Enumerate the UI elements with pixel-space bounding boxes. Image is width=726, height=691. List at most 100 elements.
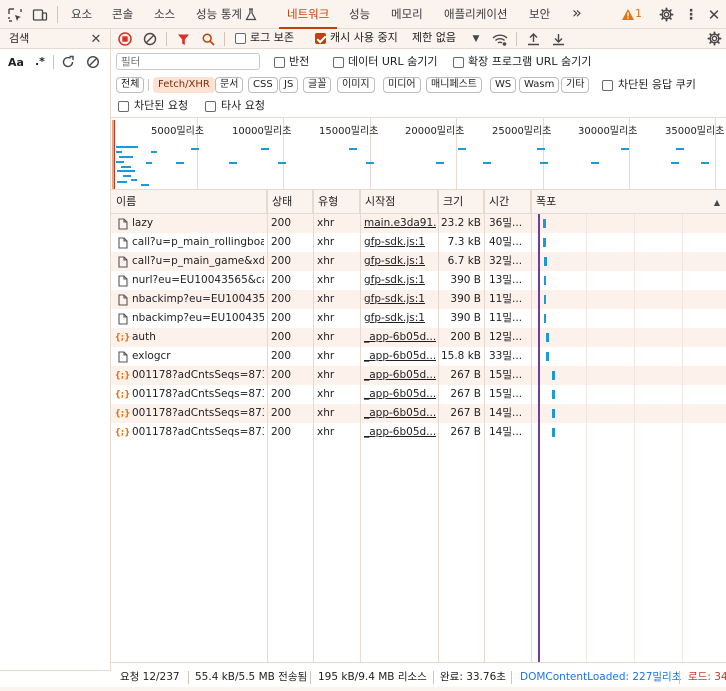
request-initiator-link[interactable]: _app-6b05d... [364,347,436,366]
request-name[interactable]: 001178?adCntsSeqs=873... [132,366,264,385]
waterfall-bar [544,257,547,266]
request-name[interactable]: exlogcr [132,347,264,366]
document-file-icon [116,236,129,249]
close-search-icon[interactable]: ✕ [88,31,104,47]
request-name[interactable]: nurl?eu=EU10043565&ca... [132,271,264,290]
request-name[interactable]: 001178?adCntsSeqs=873... [132,423,264,442]
tab-memory[interactable]: 메모리 [391,0,423,29]
blocked-response-cookies-checkbox[interactable] [602,80,613,91]
request-name[interactable]: call?u=p_main_game&xdi... [132,252,264,271]
invert-checkbox[interactable] [274,57,285,68]
preserve-log-checkbox[interactable] [235,33,246,44]
search-panel-title: 검색 [9,32,30,45]
request-initiator-link[interactable]: gfp-sdk.js:1 [364,252,436,271]
preserve-log-label: 로그 보존 [250,31,294,44]
chip-all[interactable]: 전체 [116,77,145,93]
chip-wasm[interactable]: Wasm [519,77,560,93]
document-file-icon [116,255,129,268]
request-initiator-link[interactable]: gfp-sdk.js:1 [364,309,436,328]
filter-input[interactable] [116,53,260,70]
settings-gear-icon[interactable] [658,6,675,23]
request-initiator-link[interactable]: _app-6b05d... [364,404,436,423]
chip-manifest[interactable]: 매니페스트 [426,77,482,93]
request-initiator-link[interactable]: gfp-sdk.js:1 [364,271,436,290]
disable-cache-checkbox[interactable] [315,33,326,44]
device-toolbar-icon[interactable] [31,6,49,24]
clear-log-icon[interactable] [142,31,158,47]
search-icon[interactable] [200,31,216,47]
column-header-initiator[interactable]: 시작점 [360,190,438,214]
tab-console[interactable]: 콘솔 [112,0,133,29]
record-stop-icon[interactable] [117,31,133,47]
column-header-time[interactable]: 시간 [484,190,531,214]
request-name[interactable]: nbackimp?eu=EU100435... [132,309,264,328]
column-header-name[interactable]: 이름 [111,190,267,214]
clear-search-icon[interactable] [84,53,101,70]
request-initiator-link[interactable]: gfp-sdk.js:1 [364,233,436,252]
filter-icon[interactable] [175,31,191,47]
column-header-size[interactable]: 크기 [438,190,484,214]
column-header-waterfall[interactable]: 폭포 [531,190,726,214]
import-har-icon[interactable] [525,31,541,47]
warning-icon[interactable] [620,7,636,21]
inspect-element-icon[interactable] [6,6,24,24]
request-initiator-link[interactable]: _app-6b05d... [364,423,436,442]
warning-count: 1 [635,7,642,20]
request-initiator-link[interactable]: main.e3da91... [364,214,436,233]
tab-application[interactable]: 애플리케이션 [444,0,507,29]
tab-sources[interactable]: 소스 [154,0,175,29]
request-status: 200 [271,388,292,400]
waterfall-bar [543,219,546,228]
request-time: 11밀... [489,312,523,324]
request-type: xhr [317,331,335,343]
refresh-icon[interactable] [59,53,76,70]
chip-image[interactable]: 이미지 [337,77,375,93]
regex-button[interactable]: .* [35,55,45,69]
column-header-type[interactable]: 유형 [313,190,360,214]
close-devtools-icon[interactable]: ✕ [706,6,722,24]
chip-media[interactable]: 미디어 [383,77,421,93]
request-initiator-link[interactable]: _app-6b05d... [364,385,436,404]
network-overview-timeline[interactable]: 5000밀리초 10000밀리초 15000밀리초 20000밀리초 25000… [111,117,726,191]
chip-js[interactable]: JS [279,77,299,93]
more-tabs-button[interactable]: » [572,0,582,29]
chip-ws[interactable]: WS [490,77,517,93]
hide-extension-urls-checkbox[interactable] [453,57,464,68]
sort-ascending-icon[interactable]: ▲ [711,196,723,208]
chip-css[interactable]: CSS [248,77,278,93]
request-name[interactable]: lazy [132,214,264,233]
request-initiator-link[interactable]: _app-6b05d... [364,366,436,385]
chevron-down-icon[interactable]: ▼ [469,32,483,46]
chip-font[interactable]: 글꼴 [303,77,332,93]
network-conditions-icon[interactable] [491,31,509,47]
kebab-menu-icon[interactable]: ⋮ [684,6,698,23]
tab-performance-insights[interactable]: 성능 통계 [196,0,242,29]
third-party-checkbox[interactable] [205,101,216,112]
tab-network[interactable]: 네트워크 [279,0,338,29]
tab-performance[interactable]: 성능 [349,0,370,29]
request-initiator-link[interactable]: _app-6b05d... [364,328,436,347]
blocked-requests-checkbox[interactable] [118,101,129,112]
request-name[interactable]: call?u=p_main_rollingboa... [132,233,264,252]
export-har-icon[interactable] [550,31,566,47]
request-name[interactable]: 001178?adCntsSeqs=873... [132,385,264,404]
flask-icon [244,7,258,21]
column-header-status[interactable]: 상태 [267,190,313,214]
request-name[interactable]: 001178?adCntsSeqs=873... [132,404,264,423]
tab-elements[interactable]: 요소 [71,0,92,29]
throttling-select[interactable]: 제한 없음 [412,31,456,45]
request-initiator-link[interactable]: gfp-sdk.js:1 [364,290,436,309]
chip-document[interactable]: 문서 [215,77,244,93]
request-type: xhr [317,369,335,381]
chip-fetch-xhr[interactable]: Fetch/XHR [153,77,215,93]
match-case-button[interactable]: Aa [8,56,24,70]
request-name[interactable]: auth [132,328,264,347]
hide-data-urls-label: 데이터 URL 숨기기 [348,55,438,68]
tab-security[interactable]: 보안 [529,0,550,29]
request-status: 200 [271,350,292,362]
chip-other[interactable]: 기타 [561,77,590,93]
request-size: 267 B [450,407,481,419]
network-settings-gear-icon[interactable] [706,30,723,47]
hide-data-urls-checkbox[interactable] [333,57,344,68]
request-name[interactable]: nbackimp?eu=EU100435... [132,290,264,309]
